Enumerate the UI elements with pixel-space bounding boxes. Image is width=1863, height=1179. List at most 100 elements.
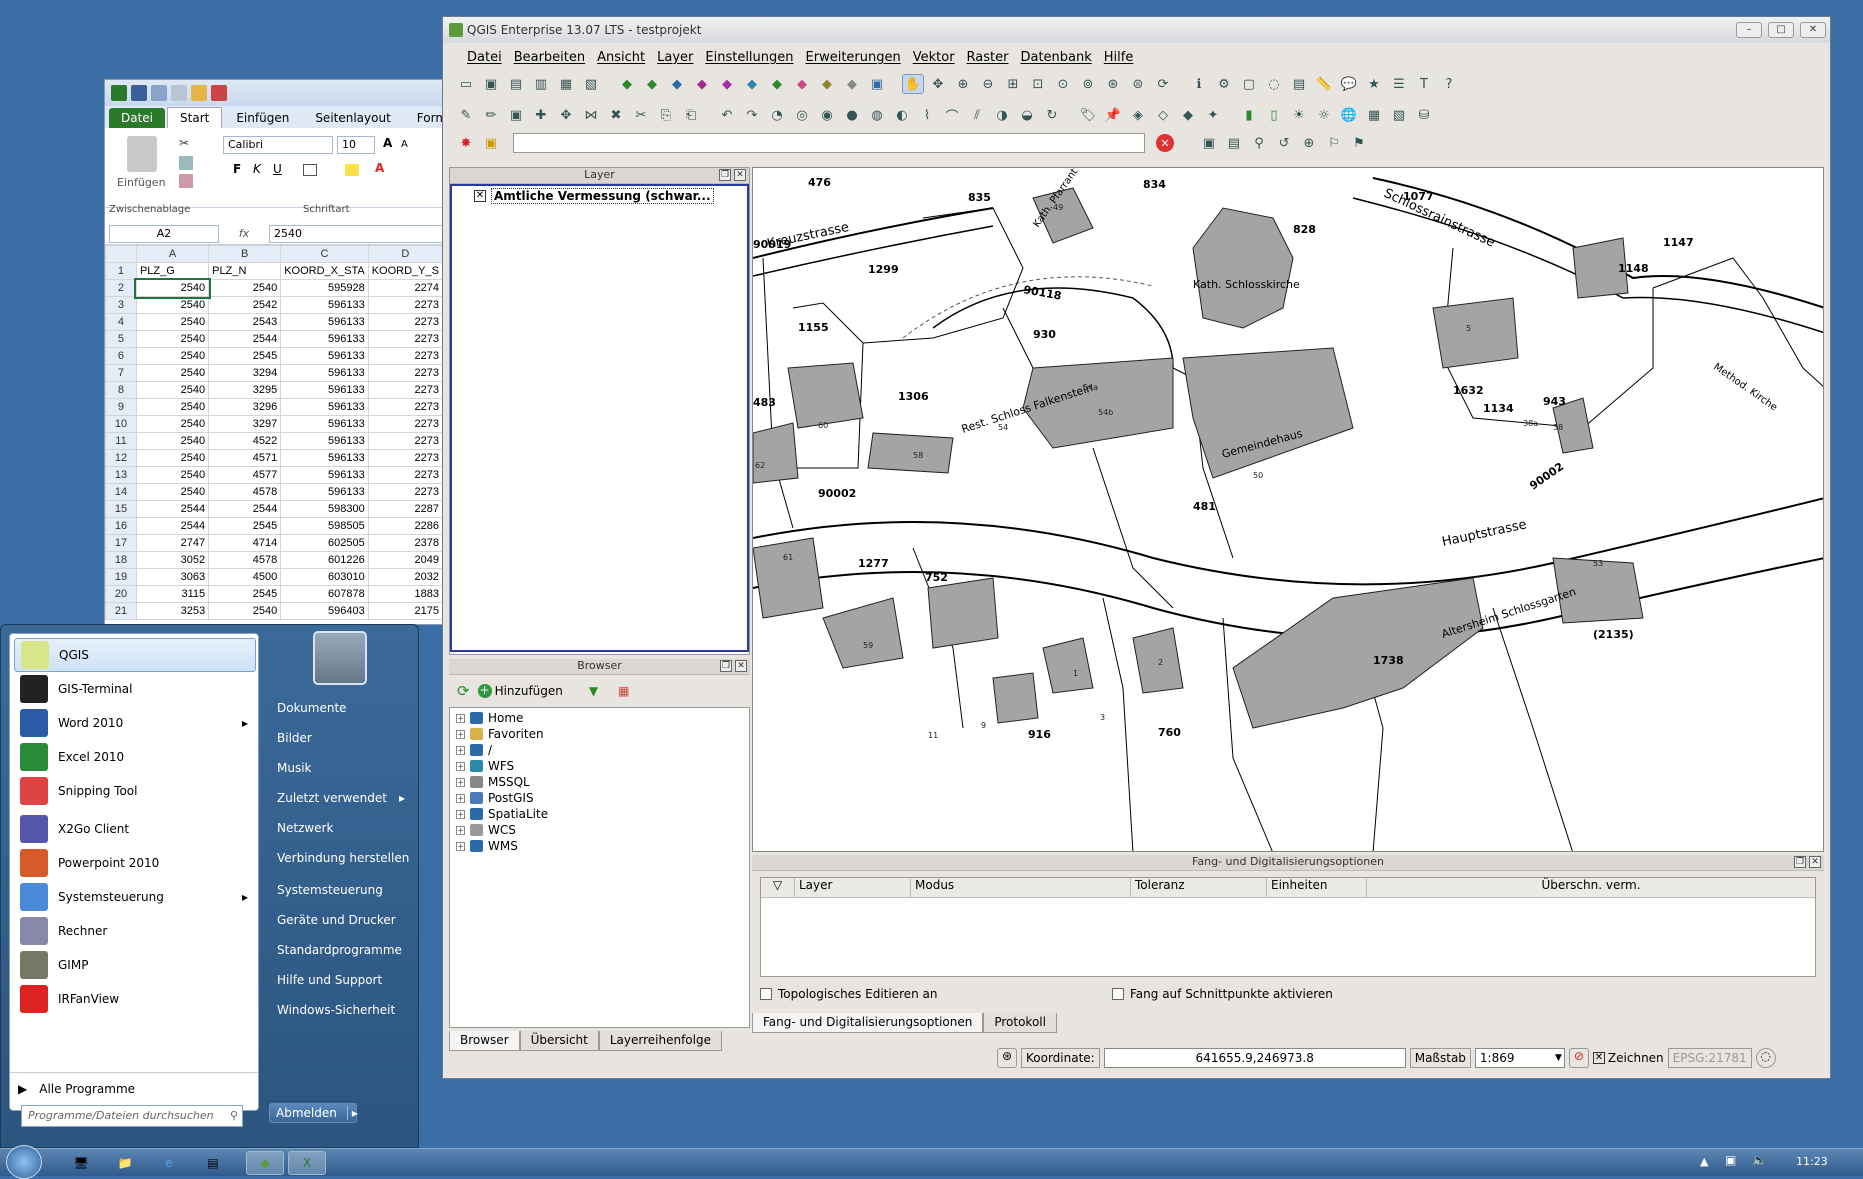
cell[interactable]: 596133 [280, 330, 369, 348]
row-header[interactable]: 4 [105, 313, 137, 331]
start-button[interactable] [6, 1145, 42, 1179]
change-label-icon[interactable]: ✦ [1202, 105, 1224, 125]
row-header[interactable]: 2 [105, 279, 137, 297]
cell[interactable]: 2540 [135, 415, 210, 433]
expand-icon[interactable]: + [456, 729, 465, 739]
cell[interactable]: 4571 [208, 449, 282, 467]
float-panel-icon[interactable]: ❐ [720, 660, 732, 672]
tab-formeln[interactable]: Formel [405, 108, 443, 128]
cell[interactable]: 596133 [280, 432, 369, 450]
cell[interactable]: 2747 [135, 534, 210, 552]
start-right-windows-sicherheit[interactable]: Windows-Sicherheit [277, 1003, 395, 1017]
undo-icon[interactable]: ↶ [716, 105, 738, 125]
cell[interactable]: 4522 [208, 432, 282, 450]
float-panel-icon[interactable]: ❐ [1794, 856, 1806, 868]
cell[interactable]: 3052 [135, 551, 210, 569]
menu-ansicht[interactable]: Ansicht [591, 50, 651, 65]
topo-edit-checkbox[interactable] [760, 988, 772, 1000]
add-vector-layer-icon[interactable]: ◆ [616, 74, 638, 94]
cell[interactable]: 2540 [135, 347, 210, 365]
cell[interactable]: 4577 [208, 466, 282, 484]
filter-icon[interactable]: ▼ [589, 684, 598, 698]
cell[interactable]: 2274 [367, 279, 443, 297]
scale-select[interactable]: 1:869 ▼ [1474, 1048, 1565, 1068]
delete-part-icon[interactable]: ◐ [891, 105, 913, 125]
collapse-all-icon[interactable]: ▦ [618, 684, 629, 698]
start-item-gis-terminal[interactable]: GIS-Terminal [14, 672, 256, 706]
map-canvas[interactable]: 476 835 834 1077 828 1147 1148 1299 930 1155 1306 1… [752, 167, 1824, 852]
tab-start[interactable]: Start [167, 107, 223, 128]
start-item-word-2010[interactable]: Word 2010 ▸ [14, 706, 256, 740]
new-spatialite-icon[interactable]: ▣ [866, 74, 888, 94]
measure-icon[interactable]: 📏 [1313, 74, 1335, 94]
table-row[interactable]: 16 2544 2545 598505 2286 [105, 517, 443, 535]
cell[interactable]: 2545 [208, 585, 282, 603]
start-search-input[interactable]: Programme/Dateien durchsuchen ⚲ [21, 1105, 243, 1127]
table-row[interactable]: 14 2540 4578 596133 2273 [105, 483, 443, 501]
cell[interactable]: 596133 [280, 398, 369, 416]
row-header[interactable]: 5 [105, 330, 137, 348]
cell[interactable]: 2540 [135, 296, 210, 314]
row-header[interactable]: 18 [105, 551, 137, 569]
spreadsheet-table[interactable]: ABCD 1 PLZ_G PLZ_N KOORD_X_STA KOORD_Y_S 2 254… [105, 245, 443, 620]
expand-icon[interactable]: + [456, 761, 465, 771]
table-row[interactable]: 9 2540 3296 596133 2273 [105, 398, 443, 416]
row-header[interactable]: 3 [105, 296, 137, 314]
cell[interactable]: 2540 [135, 449, 210, 467]
cell[interactable]: 3295 [208, 381, 282, 399]
split-features-icon[interactable]: ⫽ [966, 105, 988, 125]
plugin-yellow-icon[interactable]: ▣ [480, 133, 502, 153]
copy-features-icon[interactable]: ⎘ [655, 105, 677, 125]
cell[interactable]: 3253 [135, 602, 210, 620]
cell[interactable]: 3294 [208, 364, 282, 382]
row-header[interactable]: 17 [105, 534, 137, 552]
menu-erweiterungen[interactable]: Erweiterungen [800, 50, 907, 65]
cell[interactable]: 596133 [280, 364, 369, 382]
refresh-browser-icon[interactable]: ⟳ [457, 682, 470, 700]
show-hide-labels-icon[interactable]: ◈ [1127, 105, 1149, 125]
undo-icon[interactable] [151, 85, 167, 101]
tab-seitenlayout[interactable]: Seitenlayout [303, 108, 402, 128]
table-row[interactable]: 5 2540 2544 596133 2273 [105, 330, 443, 348]
cell[interactable]: 2175 [367, 602, 443, 620]
copy-icon[interactable] [179, 156, 193, 170]
increase-brightness-icon[interactable]: ☀ [1288, 105, 1310, 125]
merge-selected-icon[interactable]: ◒ [1016, 105, 1038, 125]
tool-d-icon[interactable]: ↺ [1273, 133, 1295, 153]
cell[interactable]: 2544 [208, 330, 282, 348]
new-shapefile-icon[interactable]: ◆ [841, 74, 863, 94]
cell[interactable]: 596133 [280, 466, 369, 484]
messages-icon[interactable]: ◌ [1755, 1048, 1776, 1068]
font-size-select[interactable]: 10 [337, 136, 375, 154]
start-right-systemsteuerung[interactable]: Systemsteuerung [277, 883, 383, 897]
name-box[interactable]: A2 [109, 224, 219, 243]
cell[interactable]: 2273 [367, 466, 443, 484]
table-row[interactable]: 20 3115 2545 607878 1883 [105, 585, 443, 603]
tray-arrow-icon[interactable]: ▲ [1700, 1155, 1708, 1168]
run-action-icon[interactable]: ⚙ [1213, 74, 1235, 94]
shrink-font-icon[interactable]: A [401, 139, 408, 150]
cell[interactable]: 2273 [367, 330, 443, 348]
cell[interactable]: 4578 [208, 483, 282, 501]
zoom-to-layer-icon[interactable]: ⊙ [1052, 74, 1074, 94]
italic-icon[interactable]: K [253, 162, 261, 176]
cell[interactable]: 2540 [135, 466, 210, 484]
cell[interactable]: PLZ_N [208, 262, 282, 280]
print-composer-icon[interactable]: ▦ [555, 74, 577, 94]
table-row[interactable]: 6 2540 2545 596133 2273 [105, 347, 443, 365]
formula-input[interactable]: 2540 [269, 224, 443, 243]
move-label-icon[interactable]: ◇ [1152, 105, 1174, 125]
underline-icon[interactable]: U [273, 162, 282, 176]
snap-intersection-checkbox[interactable] [1112, 988, 1124, 1000]
tool-f-icon[interactable]: ⚐ [1323, 133, 1345, 153]
tool-g-icon[interactable]: ⚑ [1348, 133, 1370, 153]
zoom-native-icon[interactable]: ⊚ [1077, 74, 1099, 94]
column-ueberschn[interactable]: Überschn. verm. [1367, 878, 1815, 897]
internet-explorer-icon[interactable]: e [150, 1151, 188, 1175]
cell[interactable]: 4578 [208, 551, 282, 569]
start-right-dokumente[interactable]: Dokumente [277, 701, 347, 715]
decrease-brightness-icon[interactable]: ☼ [1313, 105, 1335, 125]
expand-icon[interactable]: + [456, 777, 465, 787]
cell[interactable]: 2544 [135, 517, 210, 535]
cell[interactable]: 2540 [135, 381, 210, 399]
